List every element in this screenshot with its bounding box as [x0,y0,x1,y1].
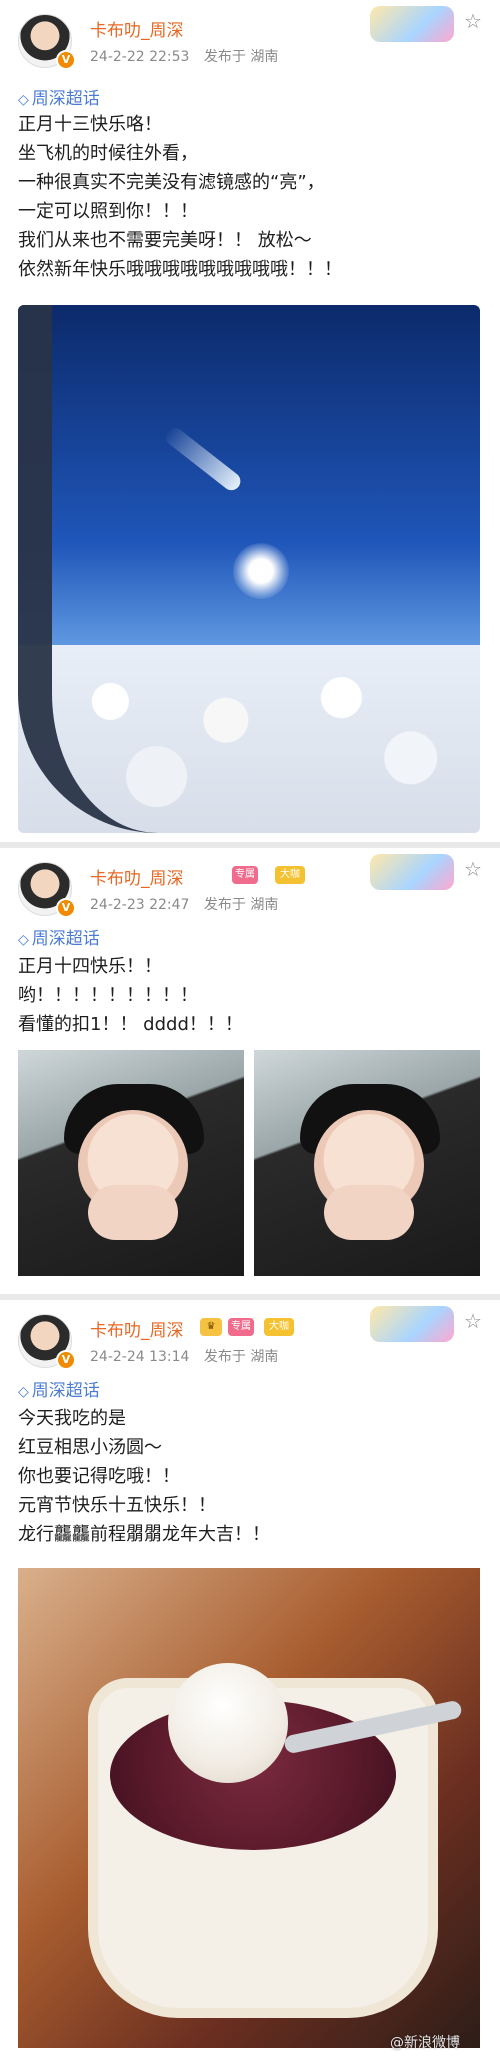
topic-diamond-icon: ◇ [18,92,29,108]
selfie-photo-1[interactable] [18,1050,244,1276]
topic-diamond-icon: ◇ [18,1384,29,1400]
follow-star-icon[interactable]: ☆ [462,10,484,32]
window-frame [18,305,480,833]
topic-link[interactable]: ◇ 周深超话 [18,84,100,109]
decoration-badge-icon [370,1306,454,1342]
post-source: 发布于 湖南 [203,49,279,65]
post-meta: 24-2-22 22:53 发布于 湖南 [90,46,288,66]
text-line: 我们从来也不需要完美呀！！ 放松～ [18,230,312,251]
level-badge: 大咖 [275,866,305,884]
selfie-photo-2[interactable] [254,1050,480,1276]
text-line: 正月十四快乐！！ [18,956,162,977]
glutinous-rice-ball [168,1663,288,1783]
topic-diamond-icon: ◇ [18,932,29,948]
decoration-badge-icon [370,854,454,890]
text-line: 一定可以照到你！！！ [18,201,198,222]
text-line: 看懂的扣1！！ dddd！！！ [18,1014,243,1035]
topic-label: 周深超话 [31,89,100,109]
text-line: 你也要记得吃哦！！ [18,1466,180,1487]
topic-label: 周深超话 [31,929,100,949]
username[interactable]: 卡布叻_周深 [90,16,184,41]
post-text: 正月十四快乐！！ 哟！！！！！！！！！ 看懂的扣1！！ dddd！！！ [18,952,243,1039]
pro-badge: 专属 [232,866,258,884]
weibo-post-1: V 卡布叻_周深 24-2-22 22:53 发布于 湖南 ☆ ◇ 周深超话 正月… [0,0,500,842]
follow-star-icon[interactable]: ☆ [462,1310,484,1332]
post-date: 24-2-24 13:14 [90,1349,190,1365]
post-text: 今天我吃的是 红豆相思小汤圆～ 你也要记得吃哦！！ 元宵节快乐十五快乐！！ 龙行… [18,1404,270,1549]
post-meta: 24-2-23 22:47 发布于 湖南 [90,894,288,914]
text-line: 坐飞机的时候往外看， [18,143,198,164]
verified-badge-icon: V [56,1350,76,1370]
username[interactable]: 卡布叻_周深 [90,864,184,889]
level-badge: 大咖 [264,1318,294,1336]
watermark: @新浪微博 [390,2035,460,2051]
decoration-badge-icon [370,6,454,42]
topic-label: 周深超话 [31,1381,100,1401]
post-source: 发布于 湖南 [203,1349,279,1365]
dessert-photo[interactable] [18,1568,480,2048]
hand [88,1185,178,1240]
text-line: 元宵节快乐十五快乐！！ [18,1495,216,1516]
topic-link[interactable]: ◇ 周深超话 [18,1376,100,1401]
post-header: V 卡布叻_周深 24-2-22 22:53 发布于 湖南 ☆ [0,0,500,70]
text-line: 红豆相思小汤圆～ [18,1437,162,1458]
airplane-window-photo[interactable] [18,305,480,833]
verified-badge-icon: V [56,898,76,918]
post-source: 发布于 湖南 [203,897,279,913]
post-date: 24-2-22 22:53 [90,49,190,65]
text-line: 哟！！！！！！！！！ [18,985,198,1006]
crown-badge-icon: ♛ [200,1318,222,1336]
post-header: V 卡布叻_周深 ♛ 专属 大咖 24-2-24 13:14 发布于 湖南 ☆ [0,1300,500,1370]
text-line: 一种很真实不完美没有滤镜感的“亮”， [18,172,325,193]
post-meta: 24-2-24 13:14 发布于 湖南 [90,1346,288,1366]
post-header: V 卡布叻_周深 专属 大咖 24-2-23 22:47 发布于 湖南 ☆ [0,848,500,918]
post-text: 正月十三快乐咯！ 坐飞机的时候往外看， 一种很真实不完美没有滤镜感的“亮”， 一… [18,110,342,284]
text-line: 依然新年快乐哦哦哦哦哦哦哦哦哦！！！ [18,259,342,280]
hand [324,1185,414,1240]
username[interactable]: 卡布叻_周深 [90,1316,184,1341]
verified-badge-icon: V [56,50,76,70]
text-line: 正月十三快乐咯！ [18,114,162,135]
text-line: 龙行龘龘前程朤朤龙年大吉！！ [18,1524,270,1545]
post-date: 24-2-23 22:47 [90,897,190,913]
topic-link[interactable]: ◇ 周深超话 [18,924,100,949]
follow-star-icon[interactable]: ☆ [462,858,484,880]
pro-badge: 专属 [228,1318,254,1336]
text-line: 今天我吃的是 [18,1408,126,1429]
